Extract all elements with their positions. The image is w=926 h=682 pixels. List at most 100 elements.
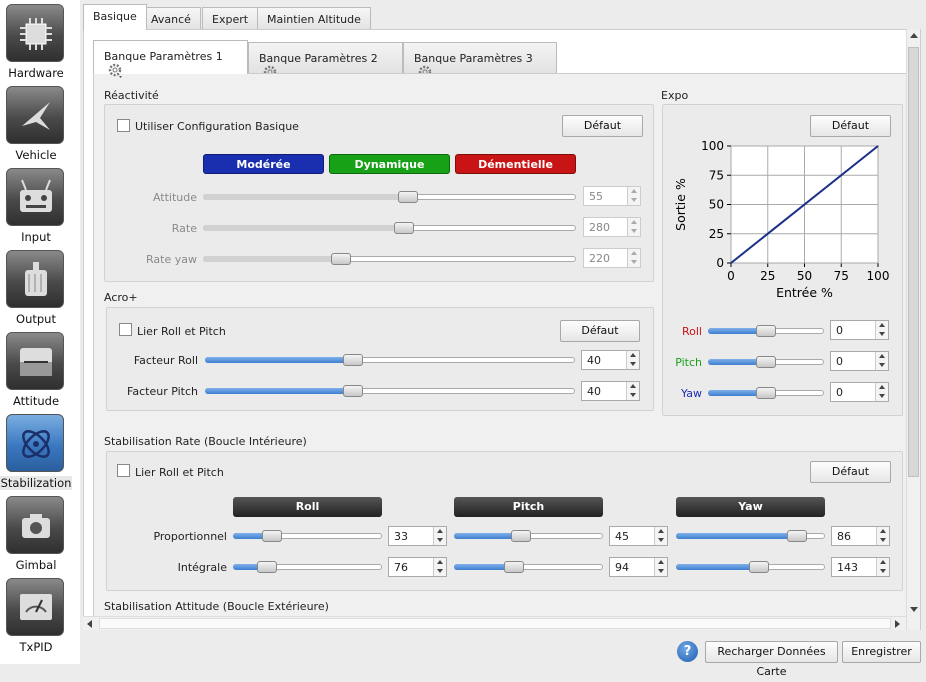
- scroll-down-icon[interactable]: [910, 607, 918, 612]
- sidebar-item-attitude[interactable]: Attitude: [0, 328, 80, 410]
- rate-header-pitch: Pitch: [454, 497, 603, 517]
- sidebar-item-input[interactable]: Input: [0, 164, 80, 246]
- rate-spinbox[interactable]: 45: [609, 526, 668, 546]
- x-tick-label: 75: [834, 269, 849, 283]
- tab-expert[interactable]: Expert: [202, 7, 259, 29]
- basic-config-checkbox[interactable]: [117, 119, 130, 132]
- sidebar-item-gimbal[interactable]: Gimbal: [0, 492, 80, 574]
- rate-slider[interactable]: [233, 561, 382, 573]
- slider-handle[interactable]: [261, 530, 282, 542]
- scrollbar-thumb[interactable]: [908, 47, 919, 477]
- aircraft-icon: [6, 86, 64, 144]
- reactivite-spinbox: 55: [583, 186, 641, 206]
- tab-avance[interactable]: Avancé: [141, 7, 201, 29]
- sidebar-item-hardware[interactable]: Hardware: [0, 0, 80, 82]
- expo-slider[interactable]: [708, 356, 824, 368]
- slider-handle[interactable]: [786, 530, 807, 542]
- rate-spinbox[interactable]: 76: [388, 557, 447, 577]
- reactivite-default-button[interactable]: Défaut: [562, 115, 643, 137]
- rate-slider[interactable]: [454, 561, 603, 573]
- slider-handle[interactable]: [756, 356, 776, 368]
- tab-basique[interactable]: Basique: [83, 4, 147, 30]
- hscrollbar-thumb[interactable]: [99, 618, 891, 629]
- slider-handle[interactable]: [749, 561, 770, 573]
- y-tick-label: 100: [701, 139, 724, 153]
- sidebar-item-vehicle[interactable]: Vehicle: [0, 82, 80, 164]
- spinner-arrows-icon[interactable]: [876, 527, 889, 545]
- sidebar-item-output[interactable]: Output: [0, 246, 80, 328]
- slider-handle[interactable]: [343, 385, 363, 397]
- rate-slider[interactable]: [454, 530, 603, 542]
- spinner-arrows-icon[interactable]: [876, 558, 889, 576]
- expo-spinbox[interactable]: 0: [830, 382, 889, 402]
- rate-spinbox[interactable]: 94: [609, 557, 668, 577]
- acro-default-button[interactable]: Défaut: [560, 320, 640, 342]
- slider-fill: [203, 194, 409, 200]
- sidebar-item-txpid[interactable]: TxPID: [0, 574, 80, 656]
- slider-handle[interactable]: [756, 387, 776, 399]
- rate-slider[interactable]: [233, 530, 382, 542]
- spinner-arrows-icon[interactable]: [433, 527, 446, 545]
- expo-spinbox[interactable]: 0: [830, 320, 889, 340]
- reactivite-spinbox: 280: [583, 217, 641, 237]
- y-axis-label: Sortie %: [673, 178, 688, 231]
- scroll-right-icon[interactable]: [895, 620, 900, 628]
- y-tick-label: 0: [716, 256, 724, 270]
- rate-slider[interactable]: [676, 561, 825, 573]
- sidebar: Hardware Vehicle Input Output Attitude Stabil…: [0, 0, 80, 664]
- spinner-arrows-icon[interactable]: [875, 321, 888, 339]
- tab-bank-1[interactable]: Banque Paramètres 1: [93, 40, 248, 78]
- sidebar-item-stabilization[interactable]: Stabilization: [0, 410, 80, 492]
- help-icon[interactable]: ?: [677, 641, 698, 662]
- scroll-up-icon[interactable]: [910, 33, 918, 38]
- spinner-arrows-icon[interactable]: [875, 352, 888, 370]
- slider-handle[interactable]: [756, 325, 776, 337]
- rate-spinbox[interactable]: 86: [831, 526, 890, 546]
- slider-handle[interactable]: [511, 530, 532, 542]
- spinner-arrows-icon[interactable]: [433, 558, 446, 576]
- rate-link-checkbox[interactable]: [117, 464, 130, 477]
- scroll-left-icon[interactable]: [87, 620, 92, 628]
- reactivite-spinbox: 220: [583, 248, 641, 268]
- vertical-scrollbar[interactable]: [906, 29, 920, 630]
- acro-slider[interactable]: [205, 354, 575, 366]
- acro-slider[interactable]: [205, 385, 575, 397]
- reactivite-slider: [203, 253, 576, 265]
- transmitter-icon: [6, 168, 64, 226]
- spinner-arrows-icon[interactable]: [654, 558, 667, 576]
- spinner-arrows-icon[interactable]: [626, 382, 639, 400]
- expo-spinbox[interactable]: 0: [830, 351, 889, 371]
- expo-title: Expo: [661, 89, 689, 102]
- tab-bank-3[interactable]: Banque Paramètres 3: [403, 42, 557, 80]
- reload-board-button[interactable]: Recharger Données Carte: [705, 641, 838, 678]
- spinner-arrows-icon[interactable]: [626, 351, 639, 369]
- acro-link-label: Lier Roll et Pitch: [137, 325, 226, 338]
- preset-button-2[interactable]: Dynamique: [329, 154, 450, 174]
- slider-fill: [205, 357, 353, 363]
- acro-spinbox[interactable]: 40: [581, 350, 640, 370]
- tab-maintien-altitude[interactable]: Maintien Altitude: [257, 7, 371, 29]
- slider-handle[interactable]: [343, 354, 363, 366]
- spinner-arrows-icon[interactable]: [654, 527, 667, 545]
- rate-header-roll: Roll: [233, 497, 382, 517]
- acro-link-checkbox[interactable]: [119, 323, 132, 336]
- slider-handle[interactable]: [503, 561, 524, 573]
- preset-button-1[interactable]: Modérée: [203, 154, 324, 174]
- expo-slider[interactable]: [708, 325, 824, 337]
- rate-slider[interactable]: [676, 530, 825, 542]
- rate-spinbox[interactable]: 33: [388, 526, 447, 546]
- rate-spinbox[interactable]: 143: [831, 557, 890, 577]
- acro-spinbox[interactable]: 40: [581, 381, 640, 401]
- rate-default-button[interactable]: Défaut: [810, 461, 891, 483]
- save-button[interactable]: Enregistrer: [842, 641, 921, 663]
- preset-button-3[interactable]: Démentielle: [455, 154, 576, 174]
- rate-header-yaw: Yaw: [676, 497, 825, 517]
- slider-handle[interactable]: [257, 561, 278, 573]
- expo-slider[interactable]: [708, 387, 824, 399]
- tab-bank-2[interactable]: Banque Paramètres 2: [248, 42, 403, 80]
- spinner-arrows-icon[interactable]: [875, 383, 888, 401]
- spinner-arrows-icon: [627, 187, 640, 205]
- x-tick-label: 0: [727, 269, 735, 283]
- horizontal-scrollbar[interactable]: [83, 616, 906, 630]
- meter-icon: [6, 578, 64, 636]
